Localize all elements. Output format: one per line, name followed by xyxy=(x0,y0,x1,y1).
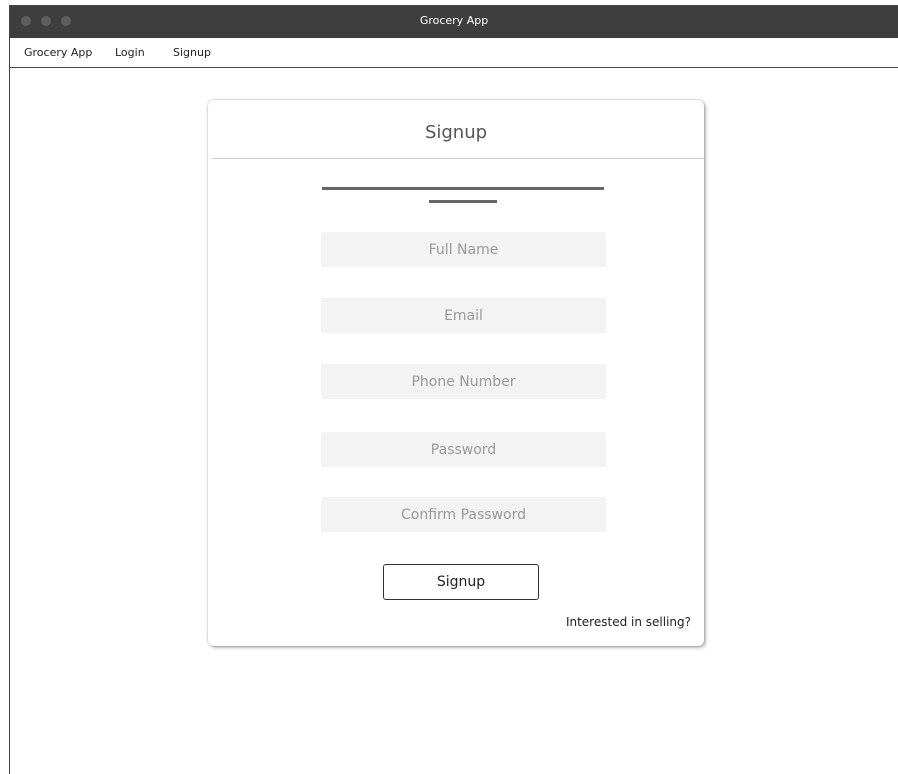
app-window: Grocery App Grocery App Login Signup Sig… xyxy=(9,5,898,774)
email-field[interactable] xyxy=(321,298,606,333)
menu-item-login[interactable]: Login xyxy=(115,46,145,59)
tab-indicator-line xyxy=(322,187,604,190)
window-title: Grocery App xyxy=(419,14,489,27)
menu-bar: Grocery App Login Signup xyxy=(10,38,898,68)
interested-in-selling-link[interactable]: Interested in selling? xyxy=(566,615,691,629)
menu-item-grocery-app[interactable]: Grocery App xyxy=(24,46,92,59)
menu-item-signup[interactable]: Signup xyxy=(173,46,211,59)
full-name-field[interactable] xyxy=(321,232,606,267)
password-field[interactable] xyxy=(321,432,606,467)
confirm-password-field[interactable] xyxy=(321,497,606,532)
title-bar: Grocery App xyxy=(10,6,898,38)
signup-card: Signup Signup Interested in selling? xyxy=(208,100,704,646)
card-title: Signup xyxy=(424,122,488,143)
signup-button[interactable]: Signup xyxy=(383,564,539,600)
card-divider xyxy=(212,158,704,159)
phone-number-field[interactable] xyxy=(321,364,606,399)
tab-indicator-active xyxy=(429,200,497,203)
